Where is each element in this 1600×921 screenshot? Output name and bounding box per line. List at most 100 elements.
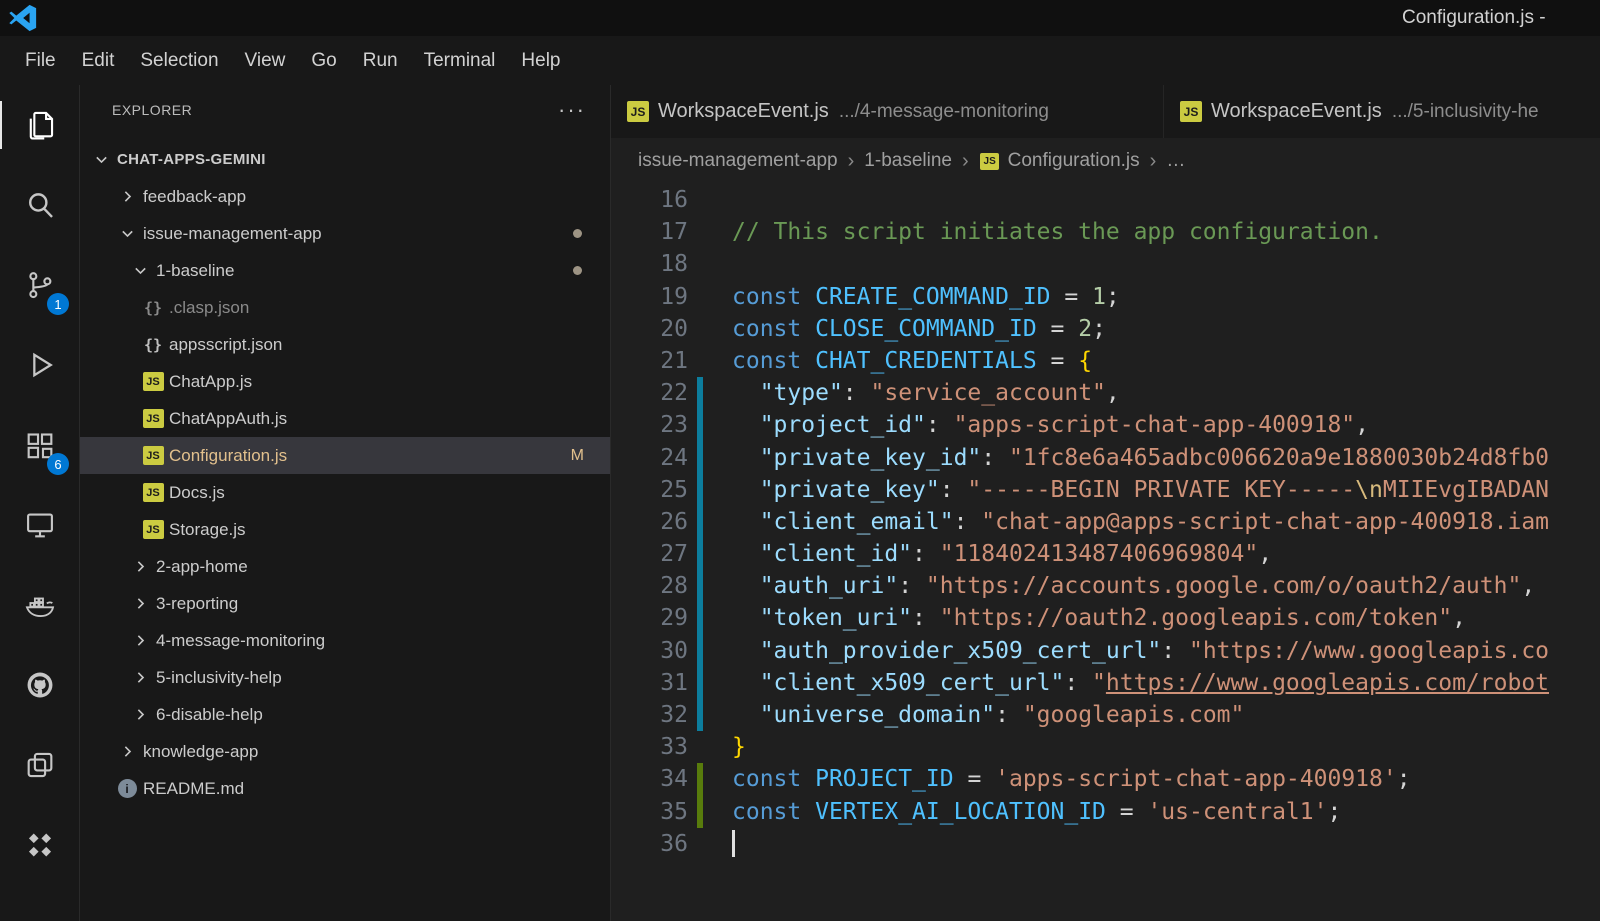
breadcrumb-item-1-baseline[interactable]: 1-baseline xyxy=(864,150,952,172)
line-number: 24 xyxy=(611,442,688,474)
line-number: 31 xyxy=(611,667,688,699)
line-number: 28 xyxy=(611,570,688,602)
tree-item-knowledge-app[interactable]: knowledge-app xyxy=(80,733,610,770)
code-line: 28 "auth_uri": "https://accounts.google.… xyxy=(611,570,1600,602)
menu-bar: FileEditSelectionViewGoRunTerminalHelp xyxy=(0,36,1600,85)
breadcrumb-item-configuration-js[interactable]: JSConfiguration.js xyxy=(979,150,1140,172)
code-token: , xyxy=(1355,412,1369,438)
menu-item-go[interactable]: Go xyxy=(298,50,349,72)
line-number: 30 xyxy=(611,635,688,667)
explorer-title: EXPLORER xyxy=(112,102,192,118)
chevron-down-icon xyxy=(90,149,112,171)
tree-item-3-reporting[interactable]: 3-reporting xyxy=(80,585,610,622)
menu-item-help[interactable]: Help xyxy=(508,50,573,72)
code-token: = xyxy=(954,766,996,792)
code-token: ; xyxy=(1092,316,1106,342)
code-token: "apps-script-chat-app-400918" xyxy=(954,412,1356,438)
github-icon[interactable] xyxy=(0,645,79,725)
code-token xyxy=(732,605,760,631)
code-token: 2 xyxy=(1078,316,1092,342)
js-icon: JS xyxy=(142,445,164,467)
breadcrumb-label: … xyxy=(1166,150,1185,172)
code-token: , xyxy=(1258,541,1272,567)
code-token: : xyxy=(954,509,982,535)
code-token: CHAT_CREDENTIALS xyxy=(815,348,1037,374)
tree-item-docs-js[interactable]: JSDocs.js xyxy=(80,474,610,511)
menu-item-file[interactable]: File xyxy=(12,50,69,72)
code-token: https://www.googleapis.com/robot xyxy=(1106,670,1549,696)
js-icon: JS xyxy=(1180,101,1202,123)
gutter-modified xyxy=(697,506,703,538)
tree-item-label: ChatAppAuth.js xyxy=(169,409,287,429)
menu-item-view[interactable]: View xyxy=(232,50,299,72)
search-icon[interactable] xyxy=(0,165,79,245)
tree-item-feedback-app[interactable]: feedback-app xyxy=(80,178,610,215)
tree-item-issue-management-app[interactable]: issue-management-app xyxy=(80,215,610,252)
tree-item-appsscript-json[interactable]: {}appsscript.json xyxy=(80,326,610,363)
tree-item-label: 1-baseline xyxy=(156,261,234,281)
tree-item-configuration-js[interactable]: JSConfiguration.jsM xyxy=(80,437,610,474)
tree-item-storage-js[interactable]: JSStorage.js xyxy=(80,511,610,548)
tree-item-6-disable-help[interactable]: 6-disable-help xyxy=(80,696,610,733)
tree-item-2-app-home[interactable]: 2-app-home xyxy=(80,548,610,585)
tree-item-chatappauth-js[interactable]: JSChatAppAuth.js xyxy=(80,400,610,437)
tree-item-5-inclusivity-help[interactable]: 5-inclusivity-help xyxy=(80,659,610,696)
code-token: "client_x509_cert_url" xyxy=(760,670,1065,696)
code-token: : xyxy=(940,477,968,503)
docker-icon[interactable] xyxy=(0,565,79,645)
run-debug-icon[interactable] xyxy=(0,325,79,405)
code-token: 'apps-script-chat-app-400918' xyxy=(995,766,1397,792)
code-token xyxy=(732,638,760,664)
source-control-icon[interactable]: 1 xyxy=(0,245,79,325)
js-icon: JS xyxy=(142,371,164,393)
gutter xyxy=(697,184,703,216)
js-icon: JS xyxy=(142,519,164,541)
more-actions-icon[interactable]: ··· xyxy=(558,105,586,115)
remote-explorer-icon[interactable] xyxy=(0,485,79,565)
code-text: "private_key": "-----BEGIN PRIVATE KEY--… xyxy=(732,474,1549,506)
code-text: "client_id": "118402413487406969804", xyxy=(732,538,1272,570)
extensions-icon[interactable]: 6 xyxy=(0,405,79,485)
windows-icon[interactable] xyxy=(0,725,79,805)
tree-item-chat-apps-gemini[interactable]: CHAT-APPS-GEMINI xyxy=(80,141,610,178)
window-title: Configuration.js - xyxy=(1402,7,1546,29)
code-token: "https://oauth2.googleapis.com/token" xyxy=(940,605,1452,631)
line-number: 29 xyxy=(611,602,688,634)
code-token: const xyxy=(732,766,801,792)
tree-item-4-message-monitoring[interactable]: 4-message-monitoring xyxy=(80,622,610,659)
code-token: "auth_provider_x509_cert_url" xyxy=(760,638,1162,664)
badge: 6 xyxy=(47,453,69,475)
code-token: \n xyxy=(1355,477,1383,503)
tab-workspaceevent-js-1[interactable]: JSWorkspaceEvent.js.../4-message-monitor… xyxy=(611,85,1164,138)
diamonds-icon[interactable] xyxy=(0,805,79,885)
tab-workspaceevent-js-2[interactable]: JSWorkspaceEvent.js.../5-inclusivity-he xyxy=(1164,85,1600,138)
activity-bar: 16 xyxy=(0,85,80,921)
breadcrumb-item-issue-management-app[interactable]: issue-management-app xyxy=(638,150,838,172)
code-token: = xyxy=(1051,284,1093,310)
tree-item-1-baseline[interactable]: 1-baseline xyxy=(80,252,610,289)
tree-item-label: 3-reporting xyxy=(156,594,238,614)
explorer-icon[interactable] xyxy=(0,85,79,165)
code-line: 22 "type": "service_account", xyxy=(611,377,1600,409)
breadcrumb-item-more[interactable]: … xyxy=(1166,150,1185,172)
code-text: "auth_provider_x509_cert_url": "https://… xyxy=(732,635,1549,667)
chevron-right-icon xyxy=(129,704,151,726)
menu-item-terminal[interactable]: Terminal xyxy=(411,50,509,72)
code-token: ; xyxy=(1327,799,1341,825)
menu-item-edit[interactable]: Edit xyxy=(69,50,128,72)
info-icon: i xyxy=(116,778,138,800)
tree-item-clasp-json[interactable]: {}.clasp.json xyxy=(80,289,610,326)
line-number: 34 xyxy=(611,763,688,795)
explorer-header: EXPLORER ··· xyxy=(80,85,610,135)
code-text: "universe_domain": "googleapis.com" xyxy=(732,699,1244,731)
tree-item-readme-md[interactable]: iREADME.md xyxy=(80,770,610,807)
tree-item-chatapp-js[interactable]: JSChatApp.js xyxy=(80,363,610,400)
menu-item-selection[interactable]: Selection xyxy=(127,50,231,72)
breadcrumb-label: 1-baseline xyxy=(864,150,952,172)
tree-item-label: knowledge-app xyxy=(143,742,258,762)
code-text: "client_email": "chat-app@apps-script-ch… xyxy=(732,506,1549,538)
code-token: : xyxy=(1064,670,1092,696)
gutter-modified xyxy=(697,474,703,506)
code-area[interactable]: 1617// This script initiates the app con… xyxy=(611,184,1600,860)
menu-item-run[interactable]: Run xyxy=(350,50,411,72)
